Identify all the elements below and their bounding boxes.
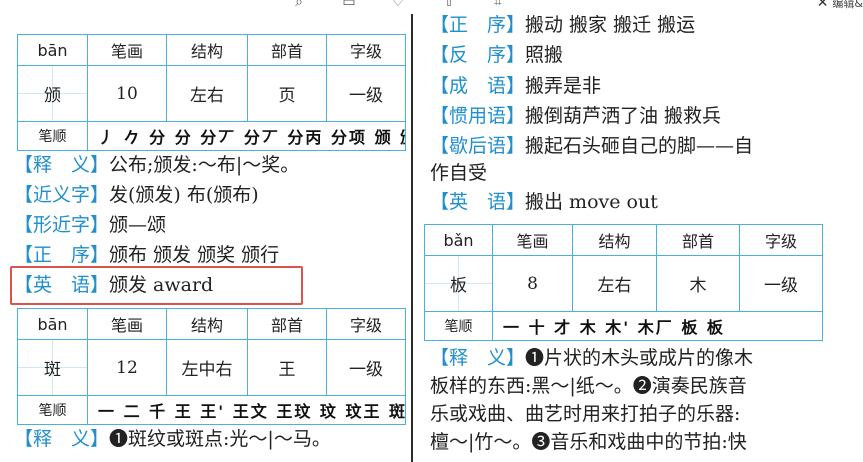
header-radical: 部首 [656,224,740,256]
stroke-order-label: 笔顺 [424,311,493,341]
header-level: 字级 [739,224,823,256]
entry-idiom: 【成 语】搬弄是非 [430,75,602,97]
header-level: 字级 [326,308,406,340]
header-strokes: 笔画 [87,308,167,340]
pinyin: bān [17,34,88,66]
pinyin: bǎn [424,224,493,256]
left-column: bān 笔画 结构 部首 字级 颁 10 左右 页 一级 笔顺 丿 𠂊 分 分 … [0,0,408,462]
structure-value: 左右 [166,65,248,122]
stroke-order-label: 笔顺 [17,121,88,151]
char-table-ban-wood: bǎn 笔画 结构 部首 字级 板 8 左右 木 一级 笔顺 一 十 才 木 木… [424,224,823,341]
entry-meaning-wood-line3: 乐或戏曲、曲艺时用来打拍子的乐器: [430,403,741,425]
main-character: 板 [424,255,493,312]
stroke-order-label: 笔顺 [17,395,88,425]
radical-value: 木 [656,255,740,312]
char-table-bian: bān 笔画 结构 部首 字级 斑 12 左中右 王 一级 笔顺 一 二 千 王… [17,308,406,425]
header-radical: 部首 [247,34,327,66]
pinyin: bān [17,308,88,340]
header-level: 字级 [326,34,406,66]
radical-value: 页 [247,65,327,122]
column-divider [411,14,413,462]
radical-value: 王 [247,339,327,396]
entry-xiehouyu: 【歇后语】搬起石头砸自己的脚——自 [430,135,754,157]
header-structure: 结构 [166,308,248,340]
header-structure: 结构 [166,34,248,66]
highlight-box [10,266,303,305]
stroke-order-sequence: 一 二 千 王 王' 王文 王玟 玟 玟王 斑王 斑 斑 [87,395,406,425]
stroke-order-sequence: 丿 𠂊 分 分 分丆 分丆 分丙 分项 颁 颁 [87,121,406,151]
header-strokes: 笔画 [492,224,573,256]
level-value: 一级 [326,65,406,122]
level-value: 一级 [739,255,823,312]
entry-english-right: 【英 语】搬出 move out [430,191,658,213]
structure-value: 左中右 [166,339,248,396]
header-structure: 结构 [572,224,657,256]
entry-similar-char: 【形近字】颁—颂 [14,214,167,236]
right-column: 【正 序】搬动 搬家 搬迁 搬运 【反 序】照搬 【成 语】搬弄是非 【惯用语】… [416,0,863,462]
entry-meaning-wood-line2: 板样的东西:黑～|纸～。❷演奏民族音 [430,375,747,397]
header-strokes: 笔画 [87,34,167,66]
main-character: 颁 [17,65,88,122]
stroke-count: 12 [87,339,167,396]
entry-meaning-wood: 【释 义】❶片状的木头或成片的像木 [430,347,754,369]
level-value: 一级 [326,339,406,396]
entry-reverse-order: 【反 序】照搬 [430,44,564,66]
entry-meaning: 【释 义】公布;颁发:～布|～奖。 [14,154,300,176]
main-character: 斑 [17,339,88,396]
entry-order-right: 【正 序】搬动 搬家 搬迁 搬运 [430,14,696,36]
header-radical: 部首 [247,308,327,340]
structure-value: 左右 [572,255,657,312]
entry-meaning-bian: 【释 义】❶斑纹或斑点:光～|～马。 [14,428,331,450]
stroke-count: 8 [492,255,573,312]
entry-xiehouyu-cont: 作自受 [430,162,488,184]
entry-meaning-wood-line4: 檀～|竹～。❸音乐和戏曲中的节拍:快 [430,431,747,453]
stroke-order-sequence: 一 十 才 木 木' 木厂 板 板 [492,311,823,341]
char-table-ban: bān 笔画 结构 部首 字级 颁 10 左右 页 一级 笔顺 丿 𠂊 分 分 … [17,34,406,151]
entry-common-phrase: 【惯用语】搬倒葫芦洒了油 搬救兵 [430,105,722,127]
stroke-count: 10 [87,65,167,122]
entry-synonym: 【近义字】发(颁发) 布(颁布) [14,184,259,206]
